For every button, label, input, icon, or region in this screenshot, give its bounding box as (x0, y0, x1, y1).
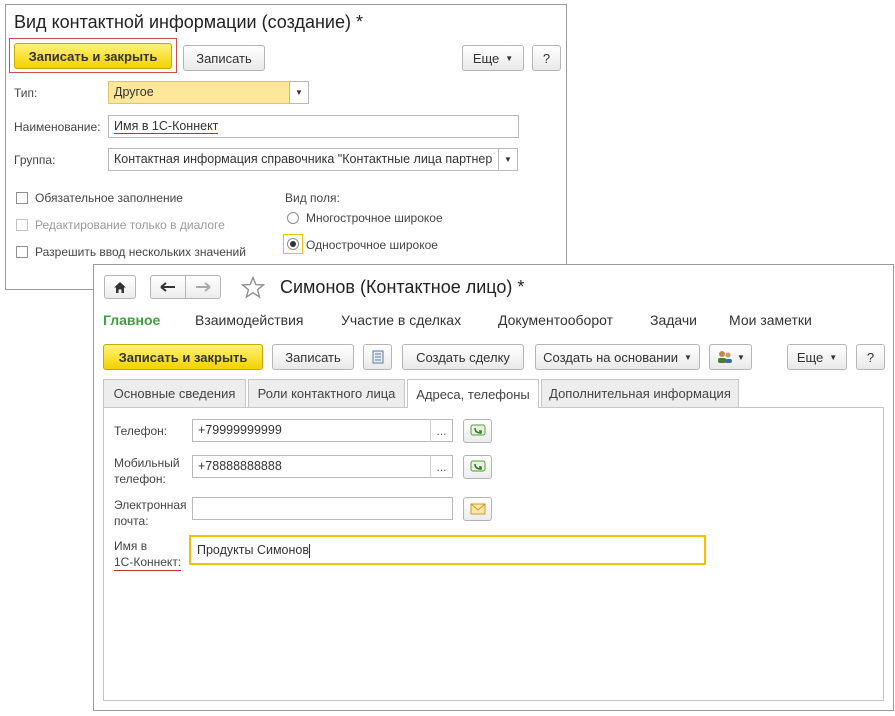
back-button[interactable] (150, 275, 186, 299)
more-label: Еще (796, 349, 824, 365)
envelope-icon (470, 503, 485, 515)
window-title: Симонов (Контактное лицо) * (280, 277, 525, 297)
text-cursor (309, 543, 310, 558)
tab-contact-roles[interactable]: Роли контактного лица (248, 379, 405, 407)
connect-name-input[interactable]: Продукты Симонов (189, 535, 706, 565)
connect-label-line1: Имя в (114, 539, 148, 553)
save-and-close-button[interactable]: Записать и закрыть (103, 344, 263, 370)
nav-deals[interactable]: Участие в сделках (341, 312, 461, 328)
chevron-down-icon: ▼ (295, 88, 303, 97)
nav-notes[interactable]: Мои заметки (729, 312, 812, 328)
document-list-icon (372, 350, 383, 364)
save-button[interactable]: Записать (272, 344, 354, 370)
users-icon (718, 351, 733, 363)
users-menu-button[interactable]: ▼ (709, 344, 752, 370)
chevron-down-icon: ▼ (829, 352, 838, 362)
connect-name-value: Продукты Симонов (197, 543, 309, 557)
call-phone-button[interactable] (463, 419, 492, 443)
group-label: Группа: (14, 153, 56, 167)
phone-label: Телефон: (114, 424, 168, 438)
contact-info-kind-window: Вид контактной информации (создание) * З… (5, 4, 567, 290)
contact-person-window: Симонов (Контактное лицо) * Главное Взаи… (93, 264, 894, 711)
type-select[interactable]: Другое (108, 81, 290, 104)
help-button[interactable]: ? (532, 45, 561, 71)
tab-addresses-phones[interactable]: Адреса, телефоны (407, 379, 539, 408)
mobile-label-line2: телефон: (114, 472, 166, 486)
phone-call-icon (470, 460, 485, 472)
arrow-right-icon (196, 282, 211, 292)
dialog-only-checkbox[interactable] (16, 219, 28, 231)
nav-interactions[interactable]: Взаимодействия (195, 312, 304, 328)
group-select[interactable]: Контактная информация справочника "Конта… (108, 148, 499, 171)
home-button[interactable] (104, 275, 136, 299)
nav-tasks[interactable]: Задачи (650, 312, 697, 328)
phone-call-icon (470, 424, 485, 436)
type-label: Тип: (14, 86, 38, 100)
required-checkbox[interactable] (16, 192, 28, 204)
report-button[interactable] (363, 344, 392, 370)
tab-additional-info[interactable]: Дополнительная информация (541, 379, 739, 407)
singleline-wide-label: Однострочное широкое (306, 238, 438, 252)
nav-documents[interactable]: Документооборот (498, 312, 613, 328)
chevron-down-icon: ▼ (505, 53, 514, 63)
save-button[interactable]: Записать (183, 45, 265, 71)
email-input[interactable] (192, 497, 453, 520)
multiple-values-checkbox[interactable] (16, 246, 28, 258)
chevron-down-icon: ▼ (504, 155, 512, 164)
required-checkbox-label: Обязательное заполнение (35, 191, 183, 205)
create-deal-button[interactable]: Создать сделку (402, 344, 524, 370)
multiline-wide-label: Многострочное широкое (306, 211, 443, 225)
help-button[interactable]: ? (856, 344, 885, 370)
multiline-wide-radio[interactable] (287, 212, 299, 224)
create-based-on-button[interactable]: Создать на основании ▼ (535, 344, 700, 370)
name-label: Наименование: (14, 120, 101, 134)
mobile-choose-button[interactable]: ... (430, 455, 452, 478)
multiple-values-checkbox-label: Разрешить ввод нескольких значений (35, 245, 246, 259)
singleline-wide-radio[interactable] (287, 238, 299, 250)
nav-main[interactable]: Главное (103, 312, 160, 328)
save-and-close-button[interactable]: Записать и закрыть (14, 43, 172, 69)
group-dropdown-button[interactable]: ▼ (498, 148, 518, 171)
phone-input[interactable]: +79999999999 (192, 419, 453, 442)
more-button[interactable]: Еще ▼ (787, 344, 847, 370)
more-label: Еще (472, 50, 500, 66)
field-kind-label: Вид поля: (285, 191, 340, 205)
arrow-left-icon (160, 282, 175, 292)
mobile-label-line1: Мобильный (114, 456, 180, 470)
email-label-line1: Электронная (114, 498, 187, 512)
mobile-input[interactable]: +78888888888 (192, 455, 453, 478)
create-based-on-label: Создать на основании (543, 349, 678, 365)
send-email-button[interactable] (463, 497, 492, 521)
phone-choose-button[interactable]: ... (430, 419, 452, 442)
window-title: Вид контактной информации (создание) * (14, 12, 363, 32)
favorite-star-icon[interactable] (241, 276, 265, 299)
connect-label-line2: 1С-Коннект: (114, 555, 182, 571)
call-mobile-button[interactable] (463, 455, 492, 479)
name-input[interactable]: Имя в 1С-Коннект (108, 115, 519, 138)
dialog-only-checkbox-label: Редактирование только в диалоге (35, 218, 225, 232)
chevron-down-icon: ▼ (737, 352, 745, 362)
type-dropdown-button[interactable]: ▼ (289, 81, 309, 104)
home-icon (114, 281, 126, 293)
email-label-line2: почта: (114, 514, 149, 528)
forward-button[interactable] (185, 275, 221, 299)
name-value: Имя в 1С-Коннект (114, 119, 219, 134)
tab-basic-info[interactable]: Основные сведения (103, 379, 246, 407)
more-button[interactable]: Еще ▼ (462, 45, 524, 71)
chevron-down-icon: ▼ (683, 352, 692, 362)
